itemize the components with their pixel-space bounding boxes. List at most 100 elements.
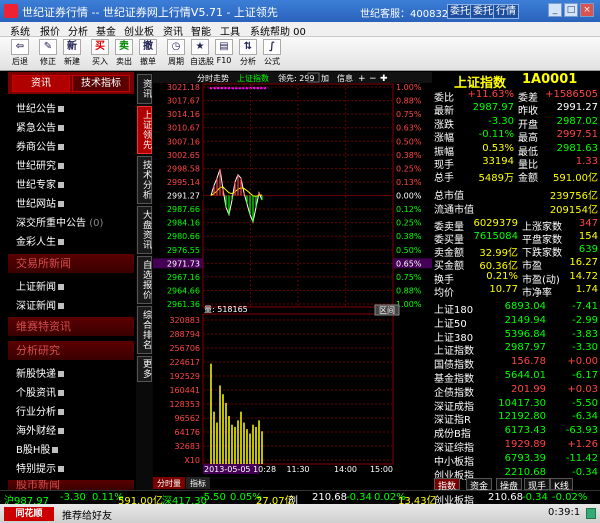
quote-value: 2987.02	[556, 115, 598, 127]
vtab-news[interactable]: 资讯	[137, 74, 152, 104]
toolbar-button-pencil[interactable]: ✎ 修正	[38, 39, 58, 67]
list-item[interactable]: 行业分析	[16, 403, 64, 418]
zone-button-label[interactable]: 区间	[379, 306, 395, 315]
chart-minus-icon[interactable]: −	[369, 74, 377, 84]
quote-panel: 上证指数 1A0001 委比 +11.63% 委差 +1586505 最新 2987.97…	[432, 72, 600, 492]
quote-tab[interactable]: 操盘	[496, 478, 523, 492]
toolbar-button-period[interactable]: ◷ 周期	[166, 39, 186, 67]
list-item[interactable]: 券商公告	[16, 138, 64, 153]
market-button[interactable]: 行情	[493, 4, 519, 19]
index-row-change: +0.03	[567, 383, 598, 395]
index-row-change: -3.30	[572, 342, 598, 354]
index-row-name: 上证380	[434, 332, 474, 344]
list-item[interactable]: 个股资讯	[16, 384, 64, 399]
pct-tick-label: 0.00%	[396, 192, 422, 201]
section-exchange-news[interactable]: 交易所新闻	[8, 254, 134, 273]
menu-news[interactable]: 资讯	[163, 23, 183, 38]
quote-label: 总市值	[434, 190, 464, 202]
list-item[interactable]: 世纪网站	[16, 195, 64, 210]
minimize-icon[interactable]: _	[548, 3, 562, 17]
toolbar-button-buy[interactable]: 买买入	[90, 39, 110, 67]
analysis-icon: ⇅	[239, 39, 257, 55]
list-item[interactable]: 世纪专家	[16, 176, 64, 191]
brand-logo[interactable]: 同花顺	[4, 507, 54, 521]
tab-indicator[interactable]: 指标	[190, 478, 206, 488]
toolbar-button-cancel[interactable]: 撤撤单	[138, 39, 158, 67]
menu-tools[interactable]: 工具	[220, 23, 240, 38]
volume-tick-label: 64176	[175, 428, 200, 437]
chart-info-button[interactable]: 信息	[337, 73, 353, 83]
ticker-gem-pct: -0.02%	[552, 492, 588, 503]
quote-tab[interactable]: 资金	[466, 478, 493, 492]
pct-tick-label: 0.50%	[396, 137, 422, 146]
toolbar-button-formula[interactable]: ∫ 公式	[262, 39, 282, 67]
tab-volume[interactable]: 分时量	[157, 478, 181, 488]
quote-value: 2997.51	[556, 129, 598, 141]
vtab-ranking[interactable]: 综合排名	[137, 306, 152, 354]
time-label: 11:30	[286, 465, 309, 474]
chart-plus-icon[interactable]: +	[358, 74, 366, 84]
menu-fund[interactable]: 基金	[96, 23, 116, 38]
tab-indicators[interactable]: 技术指标	[72, 75, 130, 92]
list-item[interactable]: 特别提示	[16, 460, 64, 475]
chart-add-button[interactable]: 加	[321, 73, 329, 83]
list-item[interactable]: 深证新闻	[16, 297, 64, 312]
toolbar-button-sell[interactable]: 卖卖出	[114, 39, 134, 67]
toolbar-button-f10[interactable]: ▤ F10	[214, 39, 234, 65]
vtab-sh-lead[interactable]: 上证领先	[137, 106, 152, 154]
f10-icon: ▤	[215, 39, 233, 55]
menu-smart[interactable]: 智能	[191, 23, 211, 38]
section-stock-news[interactable]: 股市新闻	[8, 480, 134, 490]
quote-tab[interactable]: K线	[550, 478, 573, 492]
menu-gem[interactable]: 创业板	[124, 23, 154, 38]
list-item[interactable]: 紧急公告	[16, 119, 64, 134]
list-item[interactable]: 世纪研究	[16, 157, 64, 172]
index-row-value: 201.99	[511, 383, 546, 395]
toolbar-button-new[interactable]: 新新建	[62, 39, 82, 67]
vtab-watchlist[interactable]: 自选报价	[137, 256, 152, 304]
pct-tick-label: 0.38%	[396, 151, 422, 160]
toolbar-button-analysis[interactable]: ⇅ 分析	[238, 39, 258, 67]
menu-quote[interactable]: 报价	[40, 23, 60, 38]
vtab-technical[interactable]: 技术分析	[137, 156, 152, 204]
list-item[interactable]: 世纪公告	[16, 100, 64, 115]
toolbar-button-arrow-left[interactable]: ⇦ 后退	[10, 39, 30, 67]
tab-news[interactable]: 资讯	[12, 75, 70, 92]
list-item[interactable]: 新股快递	[16, 365, 64, 380]
quote-value: 7615084	[473, 231, 518, 242]
menu-analysis[interactable]: 分析	[68, 23, 88, 38]
toolbar-button-label: 新建	[64, 57, 80, 66]
list-item[interactable]: B股H股	[16, 441, 59, 456]
quote-value: +1586505	[545, 89, 598, 100]
index-row-value: 156.78	[511, 356, 546, 368]
intraday-chart[interactable]: 分时走势 上证指数 领先: 299 加信息 + − ✚ 3021.18 1.00% 3017.67…	[153, 72, 432, 490]
price-tick-label: 3021.18	[167, 83, 200, 92]
pct-tick-label: 0.12%	[396, 205, 422, 214]
section-hualong[interactable]: 维赛特资讯	[8, 317, 134, 336]
buy-icon: 买	[91, 39, 109, 55]
close-icon[interactable]: ×	[580, 3, 594, 17]
chart-expand-icon[interactable]: ✚	[380, 74, 388, 84]
list-item[interactable]: 海外财经	[16, 422, 64, 437]
quote-tab[interactable]: 指数	[434, 478, 461, 492]
vtab-market-news[interactable]: 大盘资讯	[137, 206, 152, 254]
pct-tick-label: 0.88%	[396, 286, 422, 295]
section-research[interactable]: 分析研究	[8, 341, 134, 360]
quote-label: 市净率	[522, 287, 552, 299]
pct-tick-label: 0.25%	[396, 219, 422, 228]
index-row-value: 2149.94	[504, 314, 546, 326]
price-tick-label: 2967.16	[167, 273, 200, 282]
vtab-more[interactable]: 更多	[137, 356, 152, 382]
list-item[interactable]: 深交所重中公告 (0)	[16, 214, 103, 229]
doc-icon	[58, 163, 64, 169]
menu-help[interactable]: 系统帮助 00	[250, 23, 306, 38]
maximize-icon[interactable]: □	[564, 3, 578, 17]
list-item[interactable]: 金彩人生	[16, 233, 64, 248]
list-item[interactable]: 上证新闻	[16, 278, 64, 293]
recommend-link[interactable]: 推荐给好友	[62, 507, 112, 522]
menu-system[interactable]: 系统	[10, 23, 30, 38]
index-row-name: 上证180	[434, 305, 474, 316]
quote-tab[interactable]: 现手	[524, 478, 551, 492]
toolbar-button-label: 撤单	[140, 57, 156, 66]
toolbar-button-favorite[interactable]: ★ 自选股	[190, 39, 214, 67]
